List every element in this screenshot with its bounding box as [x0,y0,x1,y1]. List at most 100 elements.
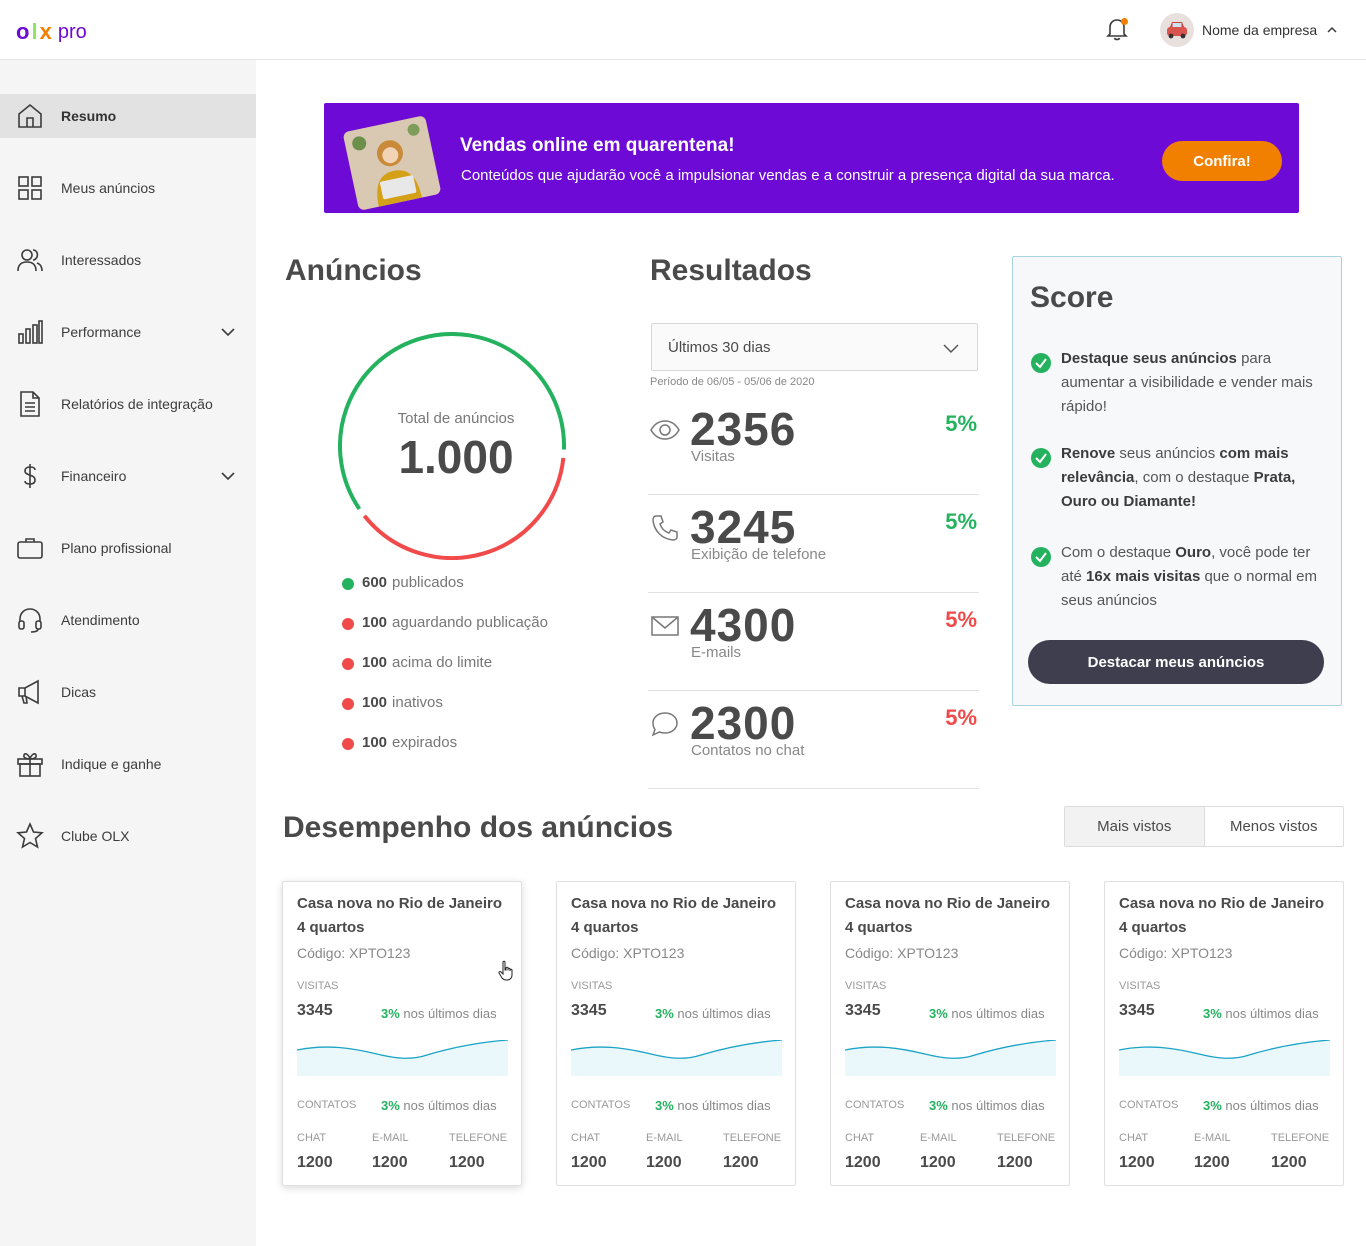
banner-photo [342,115,442,211]
legend-item-acima-limite: 100 acima do limite [342,654,548,694]
score-tip-text: Renove seus anúncios com mais relevância… [1061,442,1321,514]
legend-count: 100 [362,614,388,631]
sidebar-item-resumo[interactable]: Resumo [0,94,256,138]
sidebar-item-label: Indique e ganhe [61,756,162,772]
card-title: Casa nova no Rio de Janeiro 4 quartos [571,895,777,936]
sidebar-item-label: Financeiro [61,468,127,484]
score-panel: Score Destaque seus anúncios para aument… [1012,256,1342,706]
chat-value: 1200 [1119,1154,1155,1171]
trend-percent: 3% [929,1006,948,1021]
legend-count: 100 [362,654,388,671]
legend-count: 100 [362,734,388,751]
check-icon [1031,547,1051,567]
trend-text: nos últimos dias [673,1006,771,1021]
legend-item-publicados: 600 publicados [342,574,548,614]
sidebar-item-label: Resumo [61,108,117,124]
chat-value: 1200 [845,1154,881,1171]
sidebar-item-label: Relatórios de integração [61,396,213,412]
score-tip-normal: Com o destaque [1061,544,1176,561]
score-title: Score [1030,281,1114,314]
ad-performance-card[interactable]: Casa nova no Rio de Janeiro 4 quartos Cód… [282,881,522,1186]
score-tip-strong: Ouro [1175,544,1212,561]
chevron-down-icon[interactable] [220,468,236,484]
eye-icon [650,420,680,440]
visits-label: VISITAS [845,980,887,992]
visits-value: 3345 [297,1002,333,1019]
sidebar-item-financeiro[interactable]: Financeiro [0,454,256,498]
status-dot [342,658,354,670]
card-code: Código: XPTO123 [1119,945,1233,961]
visits-label: VISITAS [1119,980,1161,992]
sidebar-item-indique-e-ganhe[interactable]: Indique e ganhe [0,742,256,786]
legend-text: acima do limite [392,654,493,671]
trend-text: nos últimos dias [399,1098,497,1113]
legend-item-aguardando: 100 aguardando publicação [342,614,548,654]
views-toggle: Mais vistos Menos vistos [1064,806,1344,847]
tab-mais-vistos[interactable]: Mais vistos [1065,807,1205,846]
total-anuncios-label: Total de anúncios [397,410,515,427]
visits-trend: 3% nos últimos dias [1203,1006,1319,1021]
notification-dot [1121,18,1128,25]
status-dot [342,698,354,710]
email-value: 1200 [920,1154,956,1171]
logo-o: o [16,19,30,44]
promo-banner: Vendas online em quarentena! Conteúdos q… [324,103,1299,213]
sidebar-item-label: Interessados [61,252,142,268]
period-select[interactable]: Últimos 30 dias [651,323,978,371]
result-percent: 5% [945,411,977,436]
score-tip-normal: seus anúncios [1115,445,1220,462]
anuncios-title: Anúncios [285,254,422,287]
users-icon [17,249,43,272]
sidebar-nav: Resumo Meus anúncios Interessados Perfor… [0,94,256,886]
visits-label: VISITAS [571,980,613,992]
chevron-up-icon[interactable] [1326,24,1338,36]
ad-performance-card[interactable]: Casa nova no Rio de Janeiro 4 quartos Cód… [556,881,796,1186]
trend-text: nos últimos dias [1221,1098,1319,1113]
score-tip-strong: Destaque seus anúncios [1061,350,1237,367]
email-label: E-MAIL [920,1132,957,1144]
sidebar-item-clube-olx[interactable]: Clube OLX [0,814,256,858]
email-label: E-MAIL [372,1132,409,1144]
card-code: Código: XPTO123 [845,945,959,961]
score-tip-strong: Renove [1061,445,1116,462]
company-avatar[interactable] [1160,13,1194,47]
ad-performance-card[interactable]: Casa nova no Rio de Janeiro 4 quartos Cód… [830,881,1070,1186]
sidebar-item-performance[interactable]: Performance [0,310,256,354]
card-title: Casa nova no Rio de Janeiro 4 quartos [297,895,503,936]
tab-menos-vistos[interactable]: Menos vistos [1205,807,1344,846]
score-tip-text: Destaque seus anúncios para aumentar a v… [1061,347,1321,419]
confira-button[interactable]: Confira! [1162,141,1282,181]
visits-sparkline [845,1040,1056,1076]
trend-percent: 3% [381,1006,400,1021]
phone-label: TELEFONE [449,1132,508,1144]
trend-text: nos últimos dias [399,1006,497,1021]
sidebar-item-atendimento[interactable]: Atendimento [0,598,256,642]
sidebar-item-interessados[interactable]: Interessados [0,238,256,282]
trend-percent: 3% [1203,1098,1222,1113]
company-name[interactable]: Nome da empresa [1202,22,1317,38]
sidebar-item-relatorios[interactable]: Relatórios de integração [0,382,256,426]
olx-pro-logo[interactable]: o l x pro [16,18,87,46]
sidebar-item-plano-profissional[interactable]: Plano profissional [0,526,256,570]
destacar-anuncios-button[interactable]: Destacar meus anúncios [1028,640,1324,684]
check-icon [1031,448,1051,468]
legend-text: expirados [392,734,458,751]
logo-x: x [39,19,52,44]
sidebar-item-dicas[interactable]: Dicas [0,670,256,714]
chevron-down-icon[interactable] [220,324,236,340]
result-caption: E-mails [691,644,742,661]
ad-performance-card[interactable]: Casa nova no Rio de Janeiro 4 quartos Cód… [1104,881,1344,1186]
phone-label: TELEFONE [1271,1132,1330,1144]
total-anuncios-value: 1.000 [398,431,514,483]
status-dot [342,618,354,630]
result-row-emails: 4300 E-mails 5% [648,593,979,691]
visits-sparkline [571,1040,782,1076]
sidebar-item-meus-anuncios[interactable]: Meus anúncios [0,166,256,210]
car-icon [1167,22,1187,39]
sidebar-item-label: Plano profissional [61,540,172,556]
gift-icon [17,753,43,777]
result-percent: 5% [945,509,977,534]
contacts-label: CONTATOS [1119,1099,1179,1111]
contacts-label: CONTATOS [845,1099,905,1111]
home-icon [18,103,42,128]
